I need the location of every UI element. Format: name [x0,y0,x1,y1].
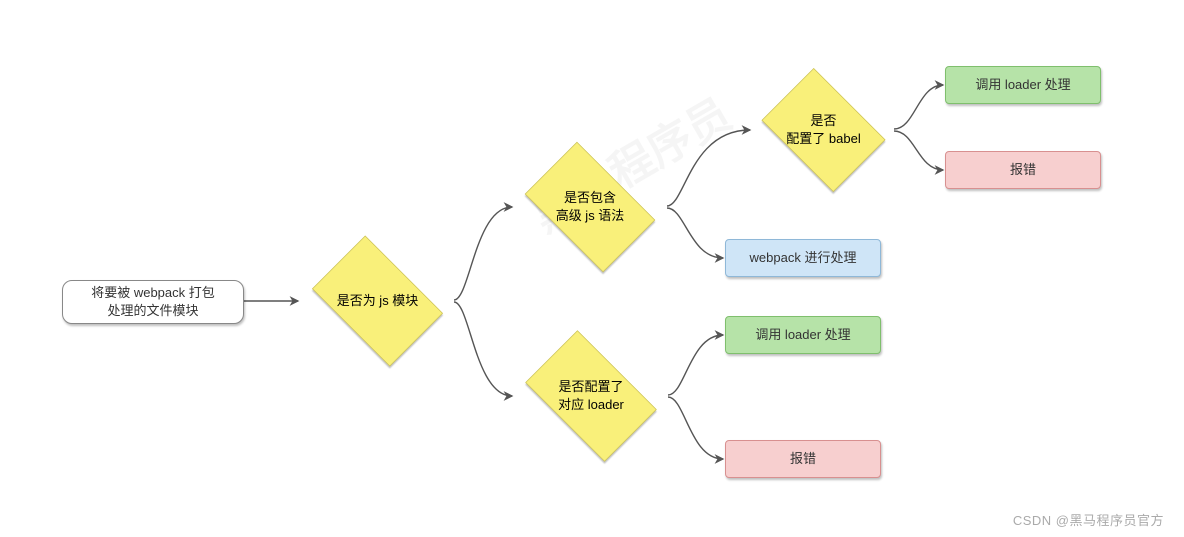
result-loader-bottom-label: 调用 loader 处理 [755,326,850,344]
decision-loader-label: 是否配置了 对应 loader [512,344,670,448]
decision-advanced-js-label: 是否包含 高级 js 语法 [512,155,668,259]
decision-babel-label: 是否 配置了 babel [752,78,895,182]
result-webpack-label: webpack 进行处理 [750,249,857,267]
start-node: 将要被 webpack 打包 处理的文件模块 [62,280,244,324]
decision-loader: 是否配置了 对应 loader [512,344,670,448]
decision-js-module: 是否为 js 模块 [300,248,455,354]
watermark-footer: CSDN @黑马程序员官方 [1013,510,1164,529]
decision-js-module-label: 是否为 js 模块 [300,248,455,354]
result-error-bottom-label: 报错 [790,450,816,468]
decision-babel: 是否 配置了 babel [752,78,895,182]
result-webpack: webpack 进行处理 [725,239,881,277]
result-error-top: 报错 [945,151,1101,189]
result-error-top-label: 报错 [1010,161,1036,179]
start-node-label: 将要被 webpack 打包 处理的文件模块 [91,284,215,320]
decision-advanced-js: 是否包含 高级 js 语法 [512,155,668,259]
result-loader-top: 调用 loader 处理 [945,66,1101,104]
result-loader-bottom: 调用 loader 处理 [725,316,881,354]
result-loader-top-label: 调用 loader 处理 [975,76,1070,94]
result-error-bottom: 报错 [725,440,881,478]
